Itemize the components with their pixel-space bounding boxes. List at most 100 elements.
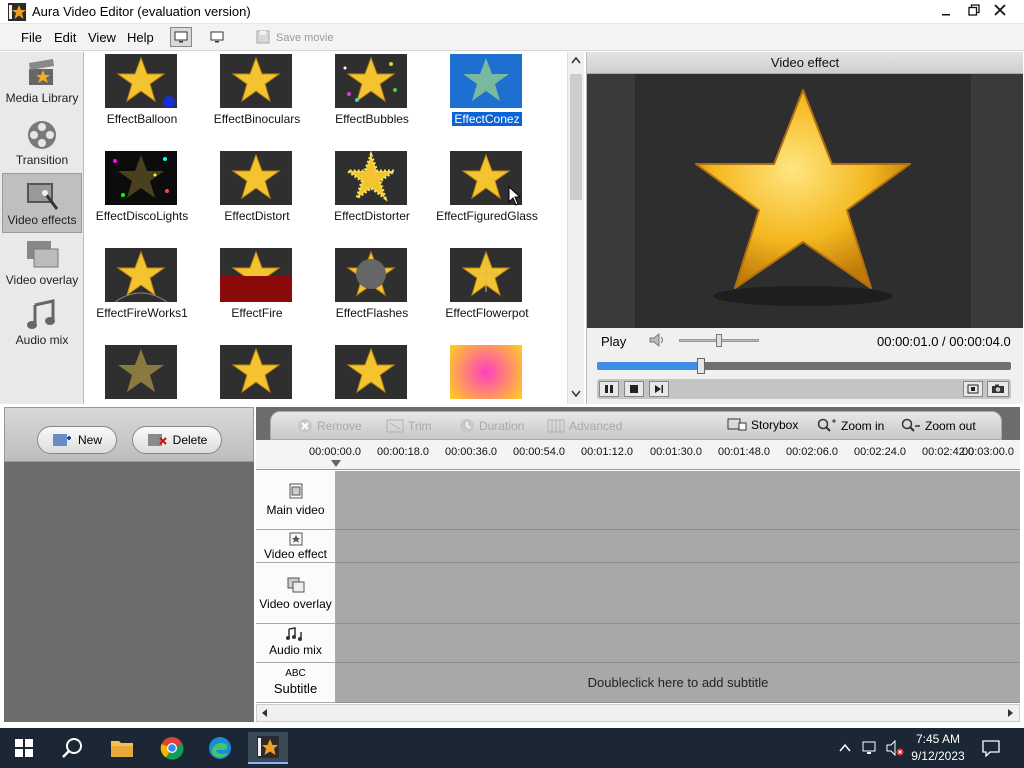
storyboard-actions: New Delete <box>4 407 254 462</box>
timeline-ruler[interactable]: 00:00:00.0 00:00:18.0 00:00:36.0 00:00:5… <box>256 440 1020 470</box>
new-button[interactable]: New <box>37 426 117 454</box>
chevron-up-icon[interactable] <box>838 741 852 755</box>
pause-button[interactable] <box>599 381 619 397</box>
fullscreen-button[interactable] <box>963 381 983 397</box>
edge-button[interactable] <box>200 732 240 764</box>
minimize-button[interactable] <box>932 0 960 24</box>
effect-item[interactable]: EffectDiscoLights <box>84 149 202 243</box>
save-movie-button[interactable]: Save movie <box>276 32 333 44</box>
effect-item[interactable]: EffectBalloon <box>84 52 202 146</box>
track-subtitle[interactable]: Doubleclick here to add subtitle <box>336 663 1020 703</box>
close-button[interactable] <box>986 0 1014 24</box>
effect-item[interactable]: EffectFlowerpot <box>427 246 547 340</box>
play-label[interactable]: Play <box>601 334 626 349</box>
start-button[interactable] <box>4 732 44 764</box>
effect-label: EffectFlashes <box>335 306 409 320</box>
file-explorer-button[interactable] <box>102 732 142 764</box>
effect-item[interactable]: EffectFiguredGlass <box>427 149 547 243</box>
stop-button[interactable] <box>624 381 644 397</box>
effect-item[interactable] <box>84 343 202 404</box>
effect-item[interactable] <box>427 343 547 404</box>
track-audio-mix[interactable] <box>336 624 1020 663</box>
next-frame-button[interactable] <box>649 381 669 397</box>
effect-item[interactable]: EffectBubbles <box>312 52 432 146</box>
restore-button[interactable] <box>960 0 988 24</box>
windows-logo-icon <box>15 739 33 757</box>
effect-discolights-thumbnail <box>105 151 177 205</box>
clock-date[interactable]: 9/12/2023 <box>906 749 970 763</box>
video-effect-track-icon <box>289 532 302 546</box>
track-video-effect[interactable] <box>336 530 1020 563</box>
effect-thumbnail <box>105 345 177 399</box>
effects-scrollbar[interactable] <box>567 52 584 404</box>
scroll-up-icon[interactable] <box>571 56 581 64</box>
mouse-cursor-icon <box>508 186 522 206</box>
delete-button[interactable]: Delete <box>132 426 222 454</box>
playhead-marker-icon[interactable] <box>331 460 341 468</box>
effect-item[interactable]: EffectFlashes <box>312 246 432 340</box>
film-clapper-icon <box>29 59 54 85</box>
timeline-view-button[interactable] <box>206 27 228 47</box>
effect-label: EffectFireWorks1 <box>96 306 188 320</box>
effect-item[interactable]: EffectBinoculars <box>197 52 317 146</box>
zoom-out-button[interactable]: Zoom out <box>901 418 976 434</box>
advanced-button[interactable]: Advanced <box>547 418 622 434</box>
scroll-right-icon[interactable] <box>1007 708 1015 718</box>
menu-help[interactable]: Help <box>127 30 154 45</box>
sidebar-item-video-overlay[interactable]: Video overlay <box>2 234 82 294</box>
sidebar: Media Library Transition Video effects V… <box>0 52 84 404</box>
effect-item[interactable]: EffectDistort <box>197 149 317 243</box>
seek-bar[interactable] <box>597 362 1011 370</box>
remove-button[interactable]: Remove <box>297 418 362 434</box>
window-title: Aura Video Editor (evaluation version) <box>32 4 251 19</box>
storyboard-view-button[interactable] <box>170 27 192 47</box>
menu-view[interactable]: View <box>88 30 116 45</box>
notification-icon[interactable] <box>982 739 1000 757</box>
network-icon[interactable] <box>862 740 880 756</box>
advanced-icon <box>547 419 565 433</box>
zoom-in-button[interactable]: Zoom in <box>817 418 884 434</box>
aura-video-editor-taskbar-button[interactable] <box>248 732 288 764</box>
effect-item[interactable] <box>197 343 317 404</box>
effect-item[interactable]: EffectFireWorks1 <box>84 246 202 340</box>
sidebar-item-audio-mix[interactable]: Audio mix <box>2 294 82 354</box>
duration-button[interactable]: Duration <box>459 418 524 434</box>
sidebar-item-video-effects[interactable]: Video effects <box>2 173 82 233</box>
video-overlay-track-icon <box>287 577 304 593</box>
effect-fire-thumbnail <box>220 248 292 302</box>
chrome-icon <box>160 737 184 760</box>
scroll-down-icon[interactable] <box>571 390 581 398</box>
effect-item-selected[interactable]: EffectConez <box>427 52 547 146</box>
sidebar-item-label: Audio mix <box>15 333 69 347</box>
trim-button[interactable]: Trim <box>386 418 432 434</box>
effect-label: EffectBinoculars <box>213 112 301 126</box>
menu-edit[interactable]: Edit <box>54 30 76 45</box>
folder-icon <box>111 741 133 757</box>
pause-icon <box>605 385 613 393</box>
zoom-out-icon <box>901 418 920 432</box>
effect-item[interactable]: EffectDistorter <box>312 149 432 243</box>
track-video-overlay[interactable] <box>336 563 1020 624</box>
chrome-button[interactable] <box>152 732 192 764</box>
seek-thumb[interactable] <box>696 358 705 374</box>
restore-icon <box>968 4 980 16</box>
storybox-button[interactable]: Storybox <box>727 418 798 432</box>
clock-time[interactable]: 7:45 AM <box>906 732 970 746</box>
sidebar-item-media-library[interactable]: Media Library <box>2 52 82 112</box>
volume-muted-icon[interactable] <box>886 740 904 756</box>
effect-label: EffectDistort <box>224 209 290 223</box>
effect-item[interactable] <box>312 343 432 404</box>
snapshot-button[interactable] <box>987 381 1009 397</box>
effect-flashes-thumbnail <box>335 248 407 302</box>
scroll-left-icon[interactable] <box>260 708 268 718</box>
volume-slider-thumb[interactable] <box>716 334 722 347</box>
close-icon <box>994 4 1006 16</box>
effect-item[interactable]: EffectFire <box>197 246 317 340</box>
timeline-scrollbar[interactable] <box>256 704 1020 722</box>
menu-file[interactable]: File <box>21 30 42 45</box>
search-button[interactable] <box>52 732 92 764</box>
speaker-icon[interactable] <box>649 333 667 347</box>
track-main-video[interactable] <box>336 471 1020 530</box>
scrollbar-thumb[interactable] <box>570 74 582 200</box>
sidebar-item-transition[interactable]: Transition <box>2 114 82 174</box>
